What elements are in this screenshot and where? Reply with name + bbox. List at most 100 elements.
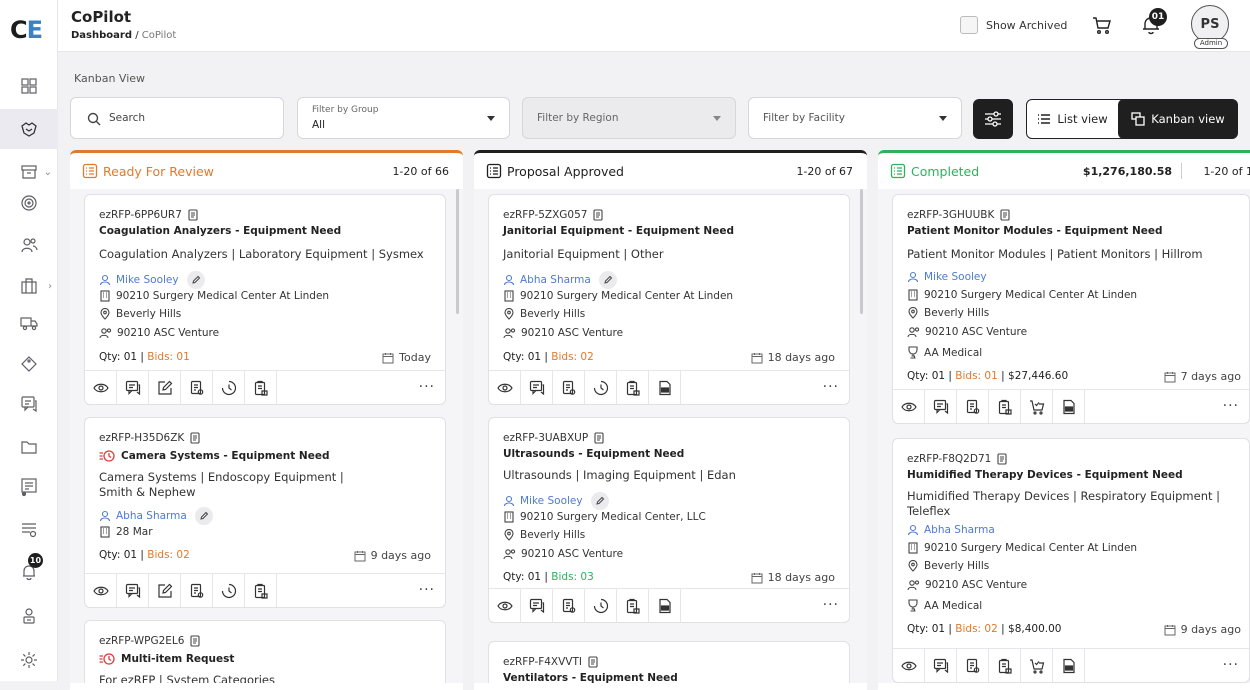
column-count: 1-20 of 66: [392, 165, 449, 178]
edit-icon[interactable]: [149, 371, 181, 404]
invoice-icon[interactable]: [1053, 390, 1085, 423]
view-icon[interactable]: [85, 371, 117, 404]
users-icon[interactable]: [0, 225, 58, 265]
monitor-icon[interactable]: [0, 467, 58, 507]
rfp-card[interactable]: ezRFP-F4XVVTI Ventilators - Equipment Ne…: [488, 641, 850, 683]
edit-icon[interactable]: [149, 574, 181, 607]
show-archived-toggle[interactable]: Show Archived: [960, 16, 1067, 34]
grid-icon[interactable]: [0, 66, 58, 106]
history-icon[interactable]: [585, 371, 617, 404]
document-icon[interactable]: [553, 371, 585, 404]
show-archived-checkbox[interactable]: [960, 16, 978, 34]
more-options-icon[interactable]: ···: [823, 379, 839, 395]
chat-icon[interactable]: [117, 574, 149, 607]
more-options-icon[interactable]: ···: [1223, 398, 1239, 414]
clipboard-icon[interactable]: [989, 390, 1021, 423]
clipboard-icon[interactable]: [617, 371, 649, 404]
calendar-icon: [382, 352, 394, 363]
kanban-view-button[interactable]: Kanban view: [1118, 99, 1238, 139]
invoice-icon[interactable]: [649, 589, 681, 622]
document-icon[interactable]: [181, 371, 213, 404]
card-assignee[interactable]: Mike Sooley: [503, 492, 609, 510]
briefcase-icon[interactable]: ›: [0, 266, 58, 306]
column-body: ezRFP-3GHUUBK Patient Monitor Modules - …: [878, 189, 1250, 683]
rfp-card[interactable]: ezRFP-F8Q2D71 Humidified Therapy Devices…: [892, 438, 1250, 683]
more-options-icon[interactable]: ···: [419, 379, 435, 395]
cart-check-icon[interactable]: [1021, 649, 1053, 682]
notification-bell-icon[interactable]: 01: [1141, 8, 1167, 40]
rfp-card[interactable]: ezRFP-3GHUUBK Patient Monitor Modules - …: [892, 194, 1250, 424]
breadcrumb-root[interactable]: Dashboard: [71, 30, 132, 41]
card-assignee[interactable]: Abha Sharma: [99, 507, 213, 525]
document-icon[interactable]: [181, 574, 213, 607]
handshake-icon[interactable]: [0, 109, 58, 149]
filter-settings-button[interactable]: [973, 99, 1013, 139]
tag-icon[interactable]: [0, 344, 58, 384]
list-view-button[interactable]: List view: [1027, 100, 1118, 138]
bell-icon[interactable]: 10: [0, 552, 58, 592]
chat-icon[interactable]: [521, 589, 553, 622]
folder-icon[interactable]: [0, 427, 58, 467]
app-logo[interactable]: CE: [10, 16, 43, 44]
chat-icon[interactable]: [925, 390, 957, 423]
invoice-icon[interactable]: [649, 371, 681, 404]
history-icon[interactable]: [213, 371, 245, 404]
filter-group-select[interactable]: Filter by Group All: [297, 97, 510, 139]
rfp-card[interactable]: ezRFP-WPG2EL6 Multi-item Request For ezR…: [84, 620, 446, 683]
clipboard-icon[interactable]: [245, 371, 277, 404]
user-icon: [99, 510, 111, 522]
rfp-card[interactable]: ezRFP-5ZXG057 Janitorial Equipment - Equ…: [488, 194, 850, 405]
history-icon[interactable]: [213, 574, 245, 607]
card-assignee[interactable]: Abha Sharma: [907, 524, 995, 536]
target-icon[interactable]: [0, 183, 58, 223]
truck-icon[interactable]: [0, 303, 58, 343]
user-lock-icon[interactable]: [0, 596, 58, 636]
rfp-card[interactable]: ezRFP-3UABXUP Ultrasounds - Equipment Ne…: [488, 417, 850, 623]
edit-assignee-icon[interactable]: [598, 271, 617, 289]
user-icon: [99, 274, 111, 286]
view-icon[interactable]: [893, 649, 925, 682]
document-icon[interactable]: [957, 649, 989, 682]
document-icon[interactable]: [957, 390, 989, 423]
search-input[interactable]: Search: [70, 97, 284, 139]
history-icon[interactable]: [585, 589, 617, 622]
clipboard-icon[interactable]: [989, 649, 1021, 682]
view-icon[interactable]: [489, 371, 521, 404]
card-id: ezRFP-WPG2EL6: [99, 635, 201, 647]
column-scrollbar[interactable]: [456, 189, 459, 314]
bids-text: Bids: 02: [955, 623, 998, 635]
list-icon[interactable]: [0, 509, 58, 549]
card-actions: ···: [489, 370, 849, 404]
user-icon: [907, 271, 919, 283]
chat-icon[interactable]: [0, 384, 58, 424]
view-icon[interactable]: [489, 589, 521, 622]
filter-facility-select[interactable]: Filter by Facility: [748, 97, 962, 139]
card-assignee[interactable]: Mike Sooley: [907, 271, 987, 283]
clipboard-icon[interactable]: [617, 589, 649, 622]
filter-region-label: Filter by Region: [537, 112, 619, 124]
card-assignee[interactable]: Abha Sharma: [503, 271, 617, 289]
view-icon[interactable]: [893, 390, 925, 423]
invoice-icon[interactable]: [1053, 649, 1085, 682]
more-options-icon[interactable]: ···: [823, 597, 839, 613]
card-assignee[interactable]: Mike Sooley: [99, 271, 205, 289]
cart-check-icon[interactable]: [1021, 390, 1053, 423]
more-options-icon[interactable]: ···: [419, 582, 435, 598]
document-icon[interactable]: [553, 589, 585, 622]
rfp-card[interactable]: ezRFP-6PP6UR7 Coagulation Analyzers - Eq…: [84, 194, 446, 405]
chat-icon[interactable]: [117, 371, 149, 404]
more-options-icon[interactable]: ···: [1223, 657, 1239, 673]
cart-icon[interactable]: [1091, 14, 1113, 40]
column-scrollbar[interactable]: [860, 189, 863, 314]
rfp-card[interactable]: ezRFP-H35D6ZK Camera Systems - Equipment…: [84, 417, 446, 608]
filter-region-select[interactable]: Filter by Region: [522, 97, 736, 139]
view-icon[interactable]: [85, 574, 117, 607]
chat-icon[interactable]: [925, 649, 957, 682]
chat-icon[interactable]: [521, 371, 553, 404]
gear-icon[interactable]: [0, 640, 58, 680]
edit-assignee-icon[interactable]: [186, 271, 205, 289]
edit-assignee-icon[interactable]: [194, 507, 213, 525]
clipboard-icon[interactable]: [245, 574, 277, 607]
edit-assignee-icon[interactable]: [590, 492, 609, 510]
price-text: | $27,446.60: [1001, 370, 1069, 382]
